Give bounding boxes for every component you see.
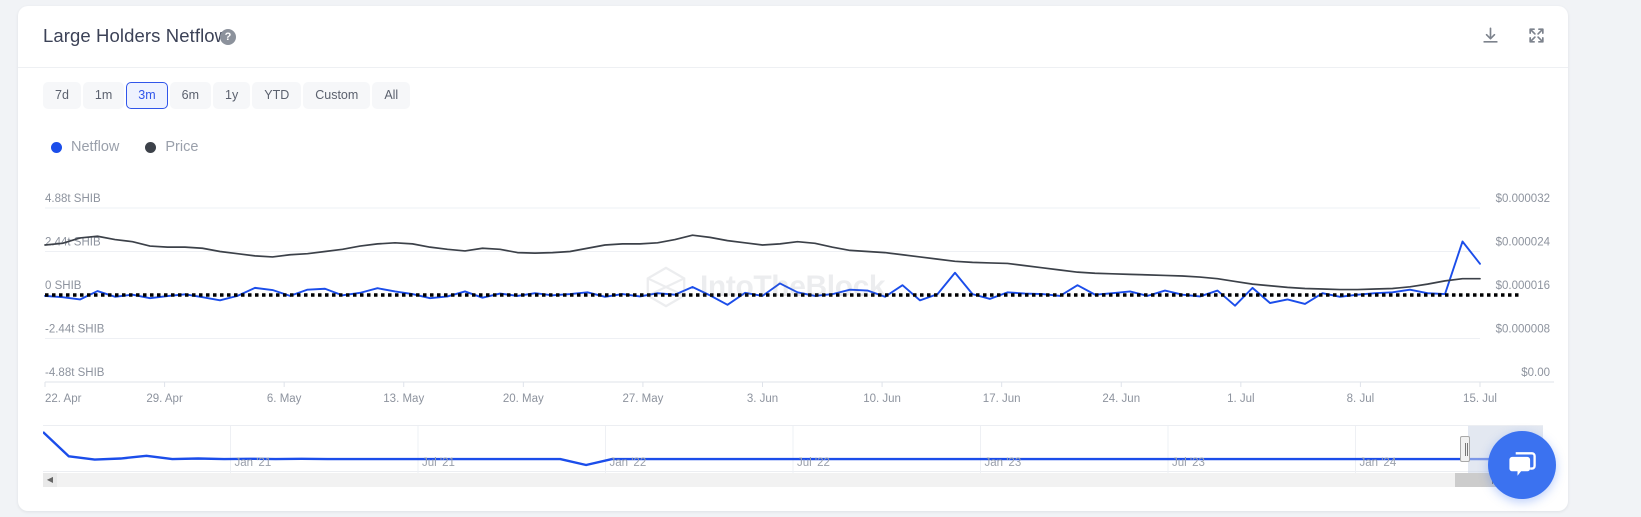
x-axis-tick: 27. May bbox=[622, 393, 663, 405]
navigator-tick-label: Jan '24 bbox=[1359, 457, 1397, 469]
page-title: Large Holders Netflow bbox=[43, 25, 229, 46]
x-axis-tick: 10. Jun bbox=[863, 393, 901, 405]
y-axis-tick-right: $0.000024 bbox=[1496, 237, 1551, 249]
chat-bubble-icon bbox=[1509, 452, 1536, 476]
scrollbar-left-arrow[interactable]: ◀ bbox=[43, 473, 57, 487]
legend-dot-icon bbox=[51, 141, 62, 153]
navigator-left-handle[interactable] bbox=[1460, 436, 1470, 462]
x-axis-tick: 8. Jul bbox=[1347, 393, 1375, 405]
x-axis-tick: 29. Apr bbox=[146, 393, 183, 405]
x-axis-tick: 24. Jun bbox=[1102, 393, 1140, 405]
question-mark-icon[interactable]: ? bbox=[220, 29, 236, 45]
range-button-3m[interactable]: 3m bbox=[126, 82, 168, 109]
range-button-all[interactable]: All bbox=[372, 82, 411, 109]
navigator-scrollbar[interactable]: ◀ ▶ bbox=[43, 473, 1543, 487]
range-button-1y[interactable]: 1y bbox=[213, 82, 251, 109]
x-axis-tick: 1. Jul bbox=[1227, 393, 1255, 405]
range-button-1m[interactable]: 1m bbox=[82, 82, 125, 109]
chart-legend: Netflow Price bbox=[51, 139, 198, 155]
navigator-tick-label: Jul '21 bbox=[422, 457, 455, 469]
navigator-tick-label: Jul '23 bbox=[1172, 457, 1205, 469]
legend-label: Netflow bbox=[71, 139, 120, 155]
legend-label: Price bbox=[165, 139, 199, 155]
y-axis-tick-left: -2.44t SHIB bbox=[45, 324, 105, 336]
navigator-tick-label: Jul '22 bbox=[797, 457, 830, 469]
y-axis-tick-right: $0.000032 bbox=[1496, 193, 1550, 205]
x-axis-tick: 17. Jun bbox=[983, 393, 1021, 405]
y-axis-tick-left: 0 SHIB bbox=[45, 280, 82, 292]
card-header: Large Holders Netflow ? bbox=[18, 6, 1568, 68]
fullscreen-icon[interactable] bbox=[1527, 26, 1546, 45]
range-button-6m[interactable]: 6m bbox=[169, 82, 212, 109]
chart-navigator[interactable]: Jan '21 Jul '21 Jan '22 Jul '22 Jan '23 Jul '… bbox=[42, 425, 1543, 487]
y-axis-tick-right: $0.000008 bbox=[1496, 324, 1550, 336]
header-actions bbox=[1481, 26, 1546, 45]
x-axis-tick: 6. May bbox=[267, 393, 302, 405]
navigator-tick-label: Jan '22 bbox=[609, 457, 647, 469]
range-selector: 7d 1m 3m 6m 1y YTD Custom All bbox=[43, 82, 411, 109]
x-axis-tick: 13. May bbox=[383, 393, 424, 405]
y-axis-tick-left: 2.44t SHIB bbox=[45, 237, 101, 249]
y-axis-tick-left: 4.88t SHIB bbox=[45, 193, 101, 205]
range-button-7d[interactable]: 7d bbox=[43, 82, 81, 109]
y-axis-tick-left: -4.88t SHIB bbox=[45, 367, 105, 379]
x-axis-tick: 22. Apr bbox=[45, 393, 82, 405]
legend-dot-icon bbox=[145, 141, 157, 153]
chart-plot-area: 4.88t SHIB $0.000032 2.44t SHIB $0.000024 0 … bbox=[18, 186, 1568, 431]
x-axis-tick: 20. May bbox=[503, 393, 544, 405]
legend-item-price[interactable]: Price bbox=[145, 139, 198, 155]
y-axis-tick-right: $0.000016 bbox=[1496, 280, 1550, 292]
chart-svg: 4.88t SHIB $0.000032 2.44t SHIB $0.000024 0 … bbox=[44, 193, 1554, 405]
download-icon[interactable] bbox=[1481, 26, 1500, 45]
navigator-track[interactable]: Jan '21 Jul '21 Jan '22 Jul '22 Jan '23 Jul '… bbox=[42, 425, 1543, 473]
chat-bubble-button[interactable] bbox=[1488, 431, 1556, 499]
range-button-ytd[interactable]: YTD bbox=[252, 82, 302, 109]
x-axis-tick: 15. Jul bbox=[1463, 393, 1497, 405]
legend-item-netflow[interactable]: Netflow bbox=[51, 139, 119, 155]
x-axis-tick: 3. Jun bbox=[747, 393, 778, 405]
navigator-tick-label: Jan '23 bbox=[984, 457, 1022, 469]
series-line-price bbox=[44, 234, 1481, 291]
navigator-tick-label: Jan '21 bbox=[234, 457, 272, 469]
range-button-custom[interactable]: Custom bbox=[303, 82, 371, 109]
chart-card: Large Holders Netflow ? 7d 1m 3m 6m 1y YTD Cus… bbox=[18, 6, 1568, 511]
y-axis-tick-right: $0.00 bbox=[1521, 367, 1550, 379]
